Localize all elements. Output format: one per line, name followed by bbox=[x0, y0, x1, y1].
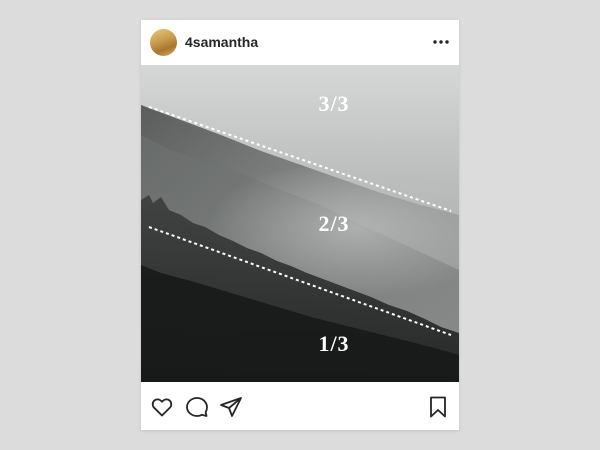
send-icon[interactable] bbox=[219, 395, 243, 419]
more-options-icon[interactable] bbox=[431, 32, 451, 52]
third-label-top: 3/3 bbox=[318, 91, 350, 116]
heart-icon[interactable] bbox=[150, 395, 174, 419]
post-header: 4samantha bbox=[141, 20, 459, 65]
post-card: 4samantha 3/3 2/3 1/3 bbox=[141, 20, 459, 430]
post-photo: 3/3 2/3 1/3 bbox=[141, 65, 459, 382]
username[interactable]: 4samantha bbox=[185, 34, 258, 50]
bookmark-icon[interactable] bbox=[426, 395, 450, 419]
avatar[interactable] bbox=[150, 29, 177, 56]
third-label-bottom: 1/3 bbox=[318, 331, 350, 356]
action-bar bbox=[141, 382, 459, 430]
third-label-middle: 2/3 bbox=[318, 211, 350, 236]
comment-icon[interactable] bbox=[185, 395, 209, 419]
